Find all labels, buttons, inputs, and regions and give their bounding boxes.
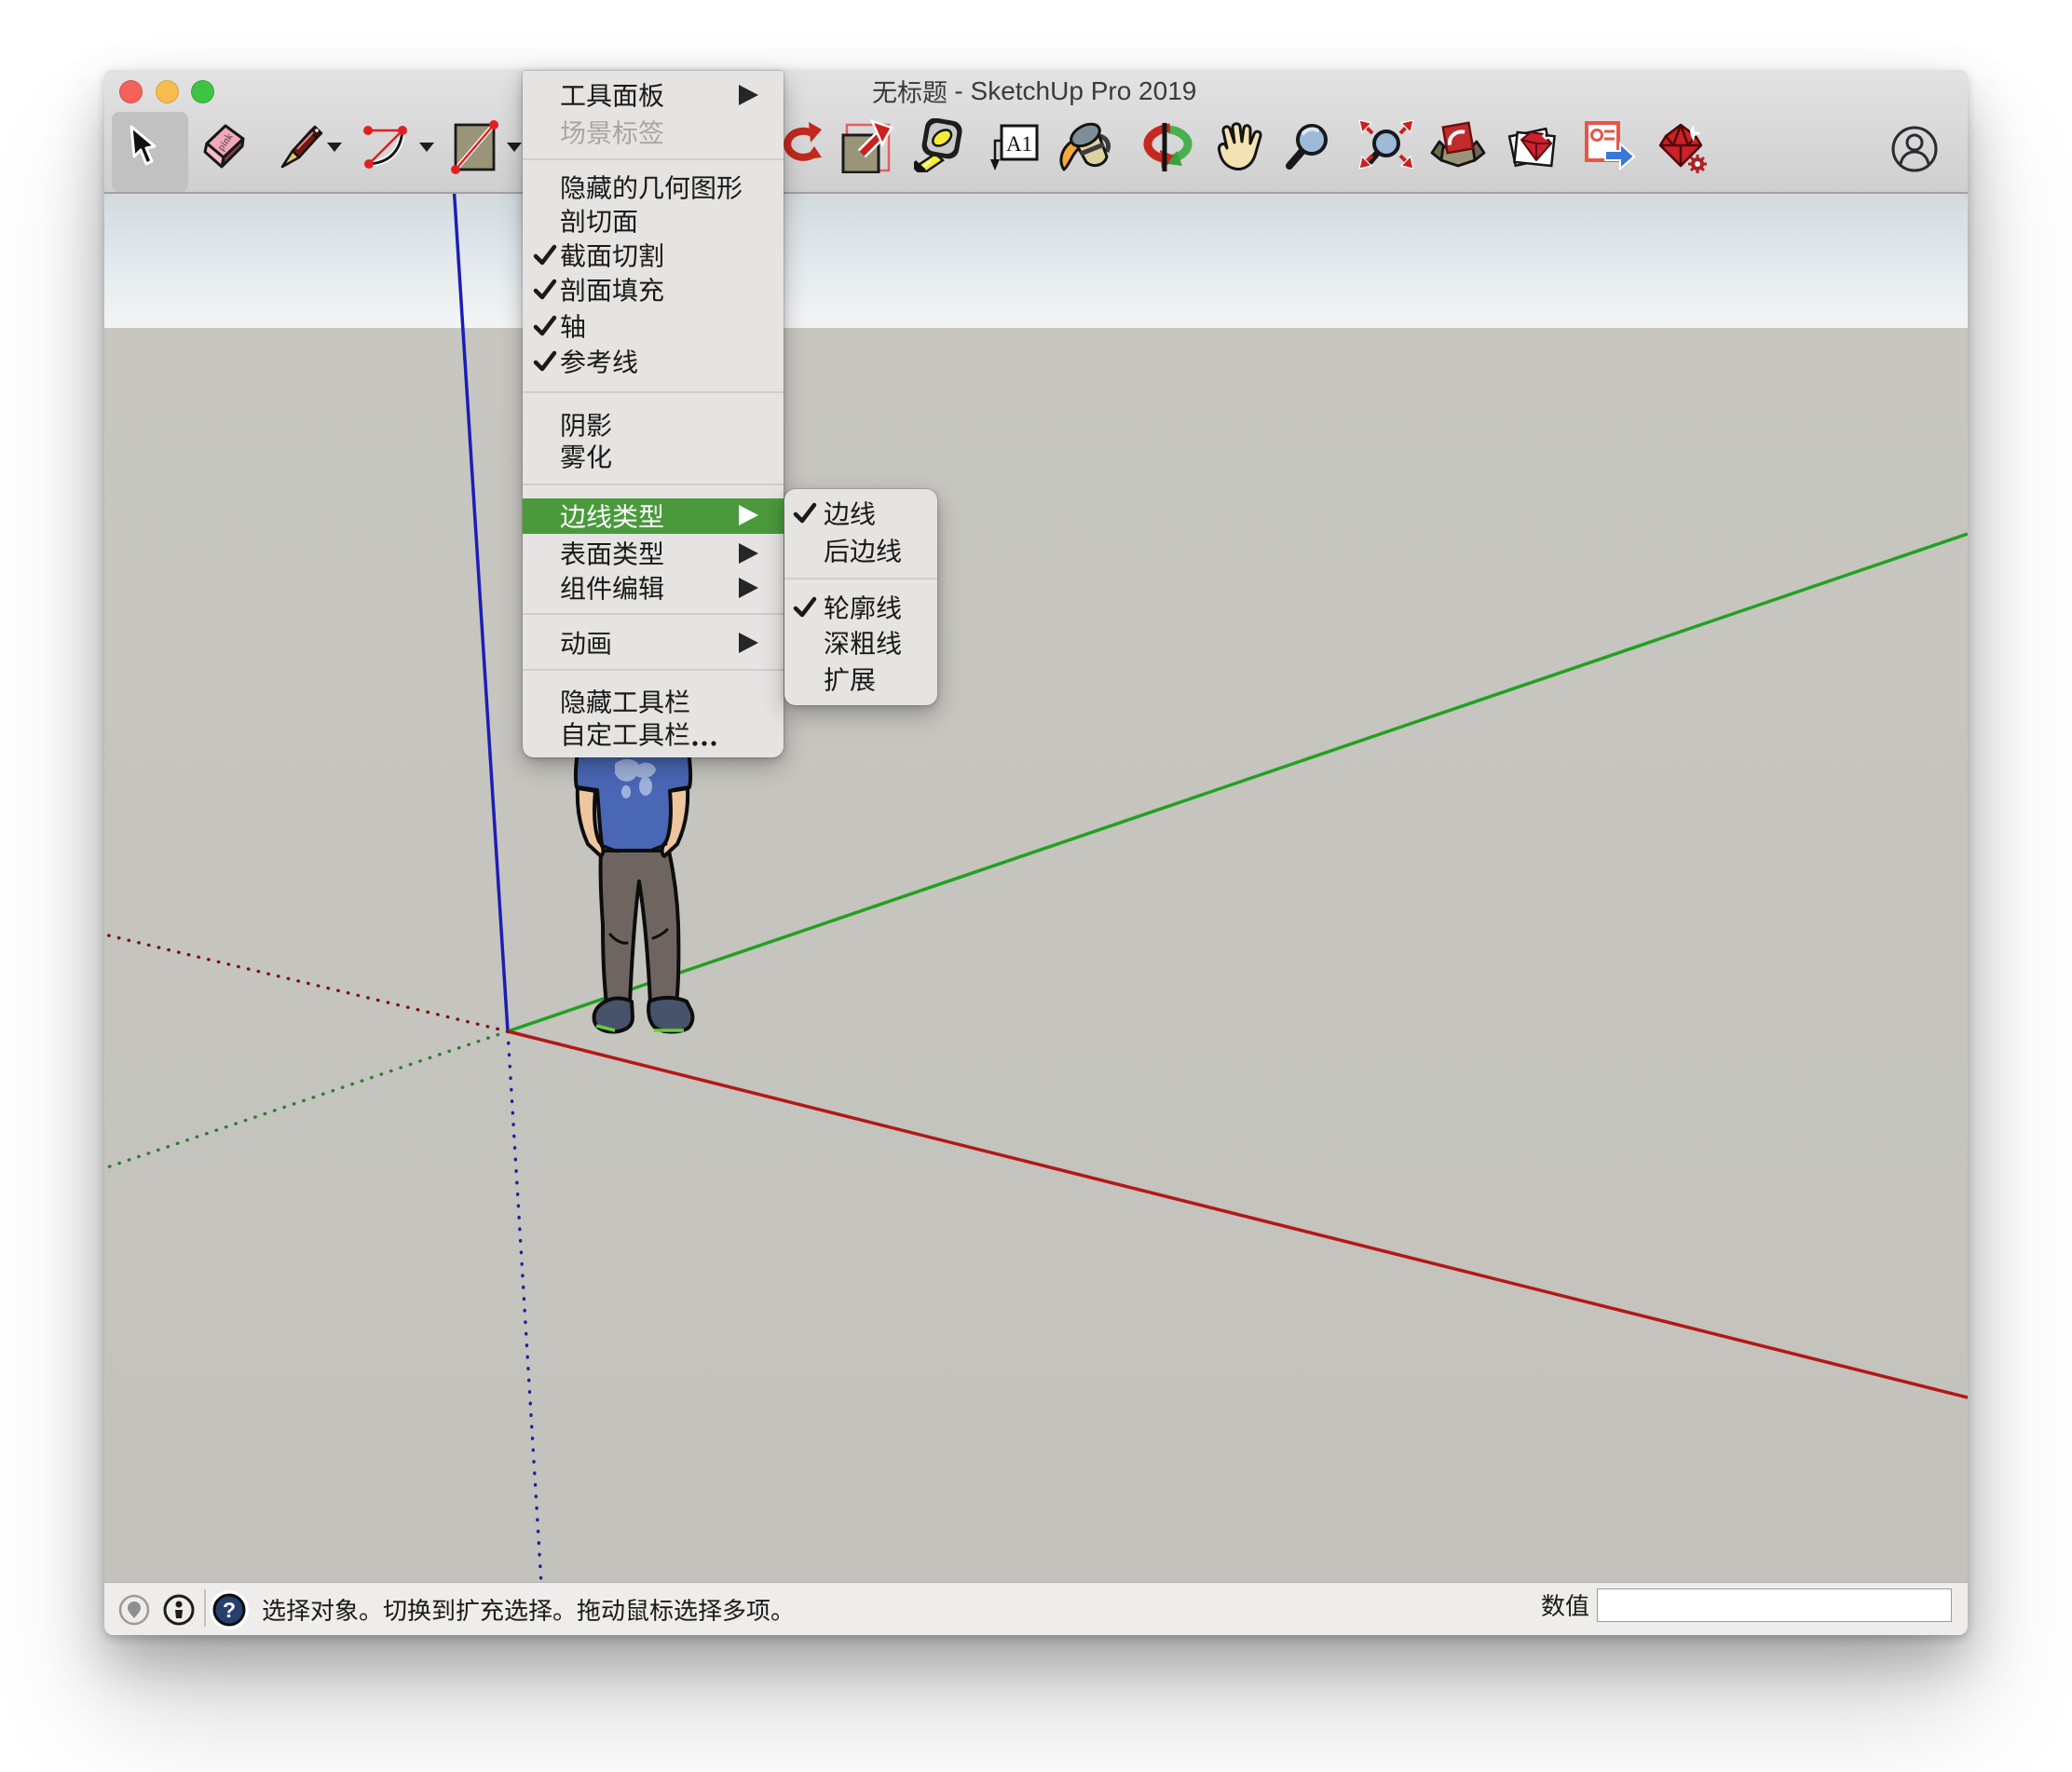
svg-text:?: ?	[223, 1598, 236, 1622]
svg-text:A1: A1	[1006, 132, 1032, 156]
